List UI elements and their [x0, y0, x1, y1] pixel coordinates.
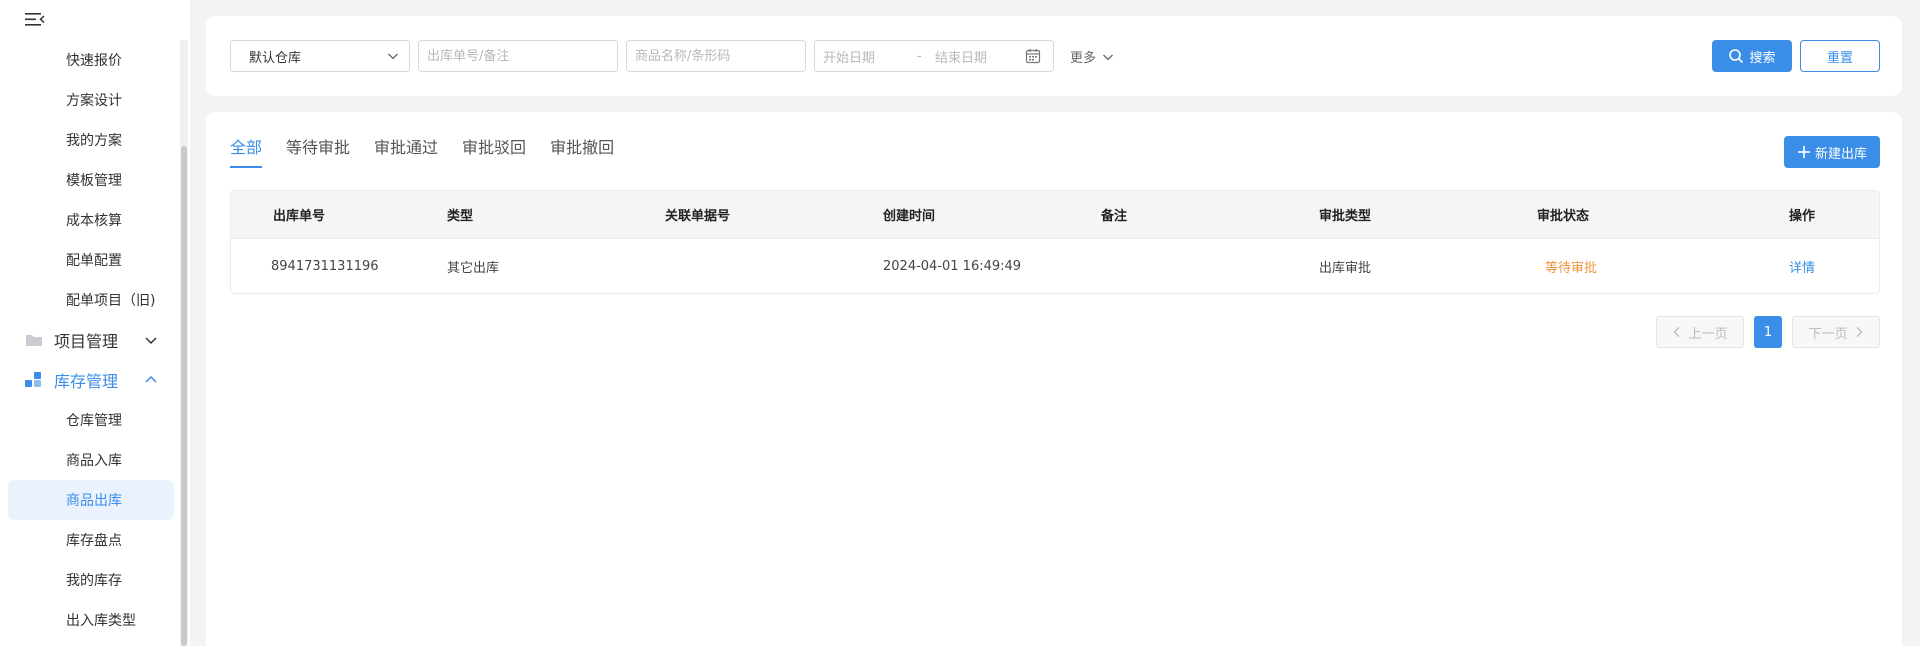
- sidebar-item-my-stock[interactable]: 我的库存: [0, 560, 180, 600]
- column-header: 出库单号: [273, 209, 326, 224]
- sidebar-item-label: 商品入库: [66, 453, 122, 469]
- warehouse-select-value: 默认仓库: [249, 50, 302, 66]
- column-header: 操作: [1788, 209, 1815, 224]
- sidebar-group-label: 项目管理: [54, 332, 119, 351]
- sidebar-item-cost-accounting[interactable]: 成本核算: [0, 200, 180, 240]
- column-header: 创建时间: [883, 209, 936, 224]
- table-header: 出库单号 类型 关联单据号 创建时间 备注 审批类型 审批状态 操作: [231, 191, 1879, 239]
- column-header: 关联单据号: [665, 209, 731, 224]
- chevron-down-icon: [387, 50, 399, 66]
- sidebar-item-label: 仓库管理: [66, 413, 122, 429]
- sidebar-item-label: 商品出库: [66, 493, 122, 509]
- sidebar-item-label: 库存盘点: [66, 533, 122, 549]
- product-search-input[interactable]: [626, 40, 806, 72]
- column-header: 审批类型: [1319, 209, 1372, 224]
- new-stock-out-button[interactable]: 新建出库: [1784, 136, 1880, 168]
- sidebar-item-label: 方案设计: [66, 93, 122, 109]
- cell-type: 其它出库: [447, 260, 500, 276]
- main-panel: 全部 等待审批 审批通过 审批驳回 审批撤回 新建出库 出库单号 类型 关联单据…: [206, 112, 1902, 646]
- sidebar-item-label: 模板管理: [66, 173, 122, 189]
- search-panel: 默认仓库 开始日期 - 结束日期 更多 搜索 重置: [206, 16, 1902, 96]
- column-header: 审批状态: [1537, 209, 1590, 224]
- sidebar-item-plan-design[interactable]: 方案设计: [0, 80, 180, 120]
- sidebar-item-label: 快速报价: [66, 53, 122, 69]
- tab-all[interactable]: 全部: [230, 134, 263, 168]
- folder-icon: [24, 330, 44, 350]
- chevron-left-icon: [1674, 327, 1680, 337]
- table-row: 8941731131196 其它出库 2024-04-01 16:49:49 出…: [231, 239, 1879, 293]
- tab-rejected[interactable]: 审批驳回: [462, 134, 526, 166]
- next-page-label: 下一页: [1808, 326, 1848, 342]
- cell-order-no: 8941731131196: [271, 258, 379, 274]
- sidebar-item-order-config[interactable]: 配单配置: [0, 240, 180, 280]
- date-range-picker[interactable]: 开始日期 - 结束日期: [814, 40, 1054, 72]
- column-header: 类型: [447, 209, 474, 224]
- sidebar-item-label: 配单项目（旧): [66, 293, 156, 309]
- calendar-icon: [1025, 48, 1041, 68]
- prev-page-label: 上一页: [1688, 326, 1728, 342]
- sidebar-item-label: 出入库类型: [66, 613, 136, 629]
- search-button[interactable]: 搜索: [1712, 40, 1792, 72]
- sidebar-item-warehouse[interactable]: 仓库管理: [0, 400, 180, 440]
- plus-icon: [1797, 146, 1810, 158]
- sidebar-item-label: 我的库存: [66, 573, 122, 589]
- tab-pending[interactable]: 等待审批: [286, 134, 350, 166]
- sidebar-item-templates[interactable]: 模板管理: [0, 160, 180, 200]
- sidebar-group-inventory[interactable]: 库存管理: [0, 360, 180, 400]
- page-number-current[interactable]: 1: [1754, 316, 1782, 348]
- new-stock-out-label: 新建出库: [1814, 146, 1867, 162]
- stock-out-table: 出库单号 类型 关联单据号 创建时间 备注 审批类型 审批状态 操作 89417…: [230, 190, 1880, 294]
- sidebar-group-project[interactable]: 项目管理: [0, 320, 180, 360]
- sidebar-item-io-types[interactable]: 出入库类型: [0, 600, 180, 640]
- start-date-input[interactable]: 开始日期: [823, 47, 875, 66]
- chevron-up-icon: [144, 372, 158, 391]
- approval-tabs: 全部 等待审批 审批通过 审批驳回 审批撤回: [230, 134, 638, 168]
- date-separator: -: [917, 48, 922, 64]
- cell-created-at: 2024-04-01 16:49:49: [883, 258, 1022, 274]
- end-date-input[interactable]: 结束日期: [935, 47, 987, 66]
- order-no-input[interactable]: [418, 40, 618, 72]
- sidebar-item-stock-in[interactable]: 商品入库: [0, 440, 180, 480]
- reset-button[interactable]: 重置: [1800, 40, 1880, 72]
- details-link[interactable]: 详情: [1789, 261, 1815, 276]
- sidebar: 快速报价 方案设计 我的方案 模板管理 成本核算 配单配置 配单项目（旧) 项目…: [0, 0, 190, 646]
- sidebar-scrollbar-thumb[interactable]: [181, 146, 187, 646]
- sidebar-item-label: 配单配置: [66, 253, 122, 269]
- next-page-button[interactable]: 下一页: [1792, 316, 1880, 348]
- sidebar-item-quick-quote[interactable]: 快速报价: [0, 40, 180, 80]
- menu-fold-icon[interactable]: [24, 10, 46, 30]
- sidebar-group-label: 库存管理: [54, 372, 119, 391]
- chevron-down-icon: [1103, 54, 1113, 60]
- tab-withdrawn[interactable]: 审批撤回: [550, 134, 614, 166]
- sidebar-item-label: 成本核算: [66, 213, 122, 229]
- sidebar-item-my-plans[interactable]: 我的方案: [0, 120, 180, 160]
- sidebar-item-label: 我的方案: [66, 133, 122, 149]
- prev-page-button[interactable]: 上一页: [1656, 316, 1744, 348]
- more-filters-label: 更多: [1070, 51, 1097, 66]
- sidebar-menu: 快速报价 方案设计 我的方案 模板管理 成本核算 配单配置 配单项目（旧) 项目…: [0, 40, 180, 640]
- tab-approved[interactable]: 审批通过: [374, 134, 438, 166]
- chevron-right-icon: [1856, 327, 1862, 337]
- search-icon: [1729, 49, 1744, 64]
- more-filters-toggle[interactable]: 更多: [1070, 47, 1114, 66]
- sidebar-item-order-projects-old[interactable]: 配单项目（旧): [0, 280, 180, 320]
- inventory-icon: [24, 370, 44, 390]
- search-button-label: 搜索: [1749, 50, 1776, 66]
- reset-button-label: 重置: [1826, 50, 1853, 66]
- chevron-down-icon: [144, 332, 158, 351]
- sidebar-item-stocktaking[interactable]: 库存盘点: [0, 520, 180, 560]
- column-header: 备注: [1101, 209, 1128, 224]
- sidebar-item-stock-out[interactable]: 商品出库: [8, 480, 174, 520]
- warehouse-select[interactable]: 默认仓库: [230, 40, 410, 72]
- status-badge: 等待审批: [1545, 260, 1598, 276]
- cell-approval-type: 出库审批: [1319, 260, 1372, 276]
